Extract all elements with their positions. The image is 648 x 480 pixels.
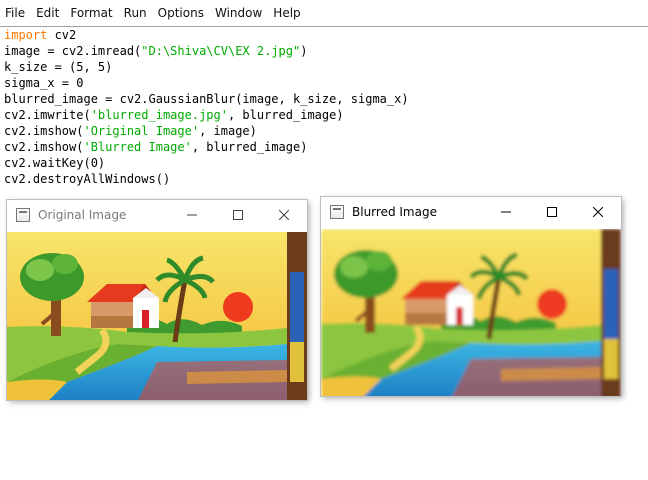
code-text: image = cv2.imread(	[4, 44, 142, 58]
code-text: cv2.imwrite(	[4, 108, 91, 122]
blurred-image-canvas	[321, 229, 621, 396]
maximize-button[interactable]	[215, 200, 261, 230]
code-text: , image)	[199, 124, 257, 138]
menu-window[interactable]: Window	[210, 6, 262, 20]
blurred-painting-image	[321, 229, 621, 396]
minimize-button[interactable]	[169, 200, 215, 230]
original-painting-image	[7, 232, 307, 400]
code-line-1: import cv2	[4, 27, 409, 43]
code-text: cv2.imshow(	[4, 124, 84, 138]
menu-format[interactable]: Format	[65, 6, 112, 20]
menu-edit[interactable]: Edit	[31, 6, 59, 20]
code-line-10: cv2.destroyAllWindows()	[4, 172, 171, 186]
window-title: Blurred Image	[352, 205, 437, 219]
window-title: Original Image	[38, 208, 127, 222]
menu-options[interactable]: Options	[153, 6, 204, 20]
code-line-2: image = cv2.imread("D:\Shiva\CV\EX 2.jpg…	[4, 43, 409, 59]
blurred-image-window[interactable]: Blurred Image	[321, 197, 621, 396]
maximize-icon	[547, 207, 557, 217]
title-bar[interactable]: Original Image	[7, 200, 307, 230]
close-button[interactable]	[575, 197, 621, 227]
code-line-6: cv2.imwrite('blurred_image.jpg', blurred…	[4, 107, 409, 123]
code-line-9: cv2.waitKey(0)	[4, 156, 106, 170]
string-literal: 'Original Image'	[83, 124, 200, 138]
code-line-5: blurred_image = cv2.GaussianBlur(image, …	[4, 92, 409, 106]
code-line-4: sigma_x = 0	[4, 76, 84, 90]
string-literal: 'Blurred Image'	[83, 140, 192, 154]
code-text: cv2.imshow(	[4, 140, 84, 154]
minimize-button[interactable]	[483, 197, 529, 227]
maximize-icon	[233, 210, 243, 220]
menu-help[interactable]: Help	[268, 6, 300, 20]
minimize-icon	[187, 214, 197, 216]
menu-bar: File Edit Format Run Options Window Help	[0, 0, 648, 27]
close-button[interactable]	[261, 200, 307, 230]
code-text: , blurred_image)	[191, 140, 308, 154]
app-icon	[330, 205, 344, 219]
code-line-8: cv2.imshow('Blurred Image', blurred_imag…	[4, 139, 409, 155]
menu-file[interactable]: File	[0, 6, 25, 20]
string-literal: 'blurred_image.jpg'	[90, 108, 228, 122]
maximize-button[interactable]	[529, 197, 575, 227]
close-icon	[593, 207, 603, 217]
title-bar[interactable]: Blurred Image	[321, 197, 621, 227]
close-icon	[279, 210, 289, 220]
code-text: )	[300, 44, 308, 58]
keyword: import	[4, 28, 48, 42]
menu-run[interactable]: Run	[119, 6, 147, 20]
string-literal: "D:\Shiva\CV\EX 2.jpg"	[141, 44, 301, 58]
code-line-7: cv2.imshow('Original Image', image)	[4, 123, 409, 139]
original-image-window[interactable]: Original Image	[7, 200, 307, 400]
code-text: , blurred_image)	[227, 108, 344, 122]
minimize-icon	[501, 211, 511, 213]
app-icon	[16, 208, 30, 222]
code-editor[interactable]: import cv2 image = cv2.imread("D:\Shiva\…	[4, 27, 409, 187]
code-text: cv2	[47, 28, 77, 42]
original-image-canvas	[7, 232, 307, 400]
code-line-3: k_size = (5, 5)	[4, 60, 113, 74]
